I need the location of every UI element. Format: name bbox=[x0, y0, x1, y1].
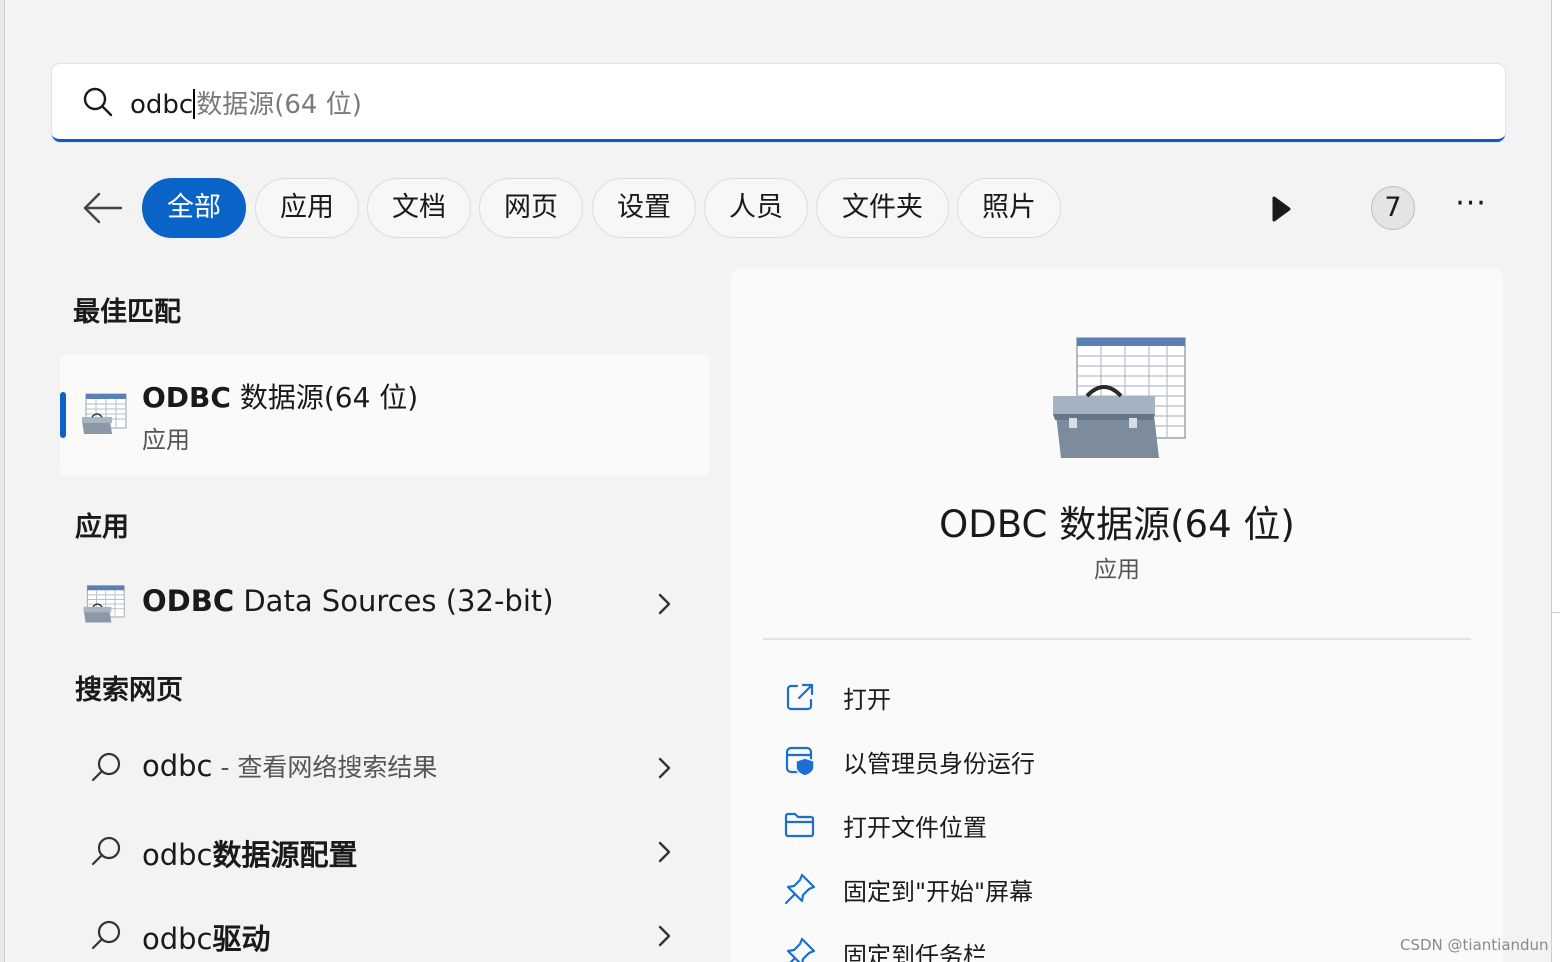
app-result-title-rest: Data Sources (32-bit) bbox=[234, 584, 554, 618]
action-label: 打开文件位置 bbox=[843, 814, 987, 842]
background-divider bbox=[1552, 612, 1560, 643]
web-result-item[interactable]: odbc驱动 bbox=[60, 902, 710, 962]
search-autocomplete-suggestion: 数据源(64 位) bbox=[196, 90, 362, 120]
web-result-label: odbc驱动 bbox=[142, 916, 271, 958]
folder-icon bbox=[784, 812, 815, 838]
tab-photos[interactable]: 照片 bbox=[957, 178, 1061, 238]
tab-folders[interactable]: 文件夹 bbox=[816, 178, 949, 238]
search-icon bbox=[91, 920, 121, 950]
action-pin-to-start[interactable]: 固定到"开始"屏幕 bbox=[783, 864, 1383, 916]
best-match-title-rest: 数据源(64 位) bbox=[230, 381, 419, 414]
open-external-icon bbox=[786, 683, 814, 711]
chevron-right-icon[interactable] bbox=[650, 922, 678, 950]
tab-documents[interactable]: 文档 bbox=[367, 178, 471, 238]
detail-title: ODBC 数据源(64 位) bbox=[939, 503, 1295, 546]
tab-settings[interactable]: 设置 bbox=[592, 178, 696, 238]
tab-apps[interactable]: 应用 bbox=[255, 178, 359, 238]
search-icon bbox=[83, 87, 113, 117]
web-result-query: odbc bbox=[142, 838, 213, 872]
rewards-badge[interactable]: 7 bbox=[1371, 186, 1415, 230]
search-input[interactable]: odbc 数据源(64 位) bbox=[130, 84, 362, 121]
selection-indicator bbox=[60, 392, 66, 438]
app-result-title-bold: ODBC bbox=[142, 584, 235, 618]
action-open[interactable]: 打开 bbox=[783, 672, 1383, 724]
action-label: 以管理员身份运行 bbox=[843, 750, 1035, 778]
action-run-as-admin[interactable]: 以管理员身份运行 bbox=[783, 736, 1383, 788]
tab-all[interactable]: 全部 bbox=[142, 178, 246, 238]
chevron-right-icon[interactable] bbox=[650, 838, 678, 866]
section-title-web: 搜索网页 bbox=[75, 675, 183, 706]
web-result-query: odbc bbox=[142, 749, 213, 783]
section-title-best-match: 最佳匹配 bbox=[73, 297, 181, 328]
tab-web[interactable]: 网页 bbox=[479, 178, 583, 238]
action-open-file-location[interactable]: 打开文件位置 bbox=[783, 800, 1383, 852]
tab-people[interactable]: 人员 bbox=[704, 178, 808, 238]
web-result-item[interactable]: odbc数据源配置 bbox=[60, 818, 710, 888]
back-arrow-icon[interactable] bbox=[79, 188, 125, 228]
search-panel: odbc 数据源(64 位) 全部 应用 文档 网页 设置 人员 文件夹 照片 7… bbox=[4, 0, 1552, 962]
chevron-right-icon[interactable] bbox=[650, 754, 678, 782]
web-result-label: odbc数据源配置 bbox=[142, 832, 358, 874]
best-match-title-bold: ODBC bbox=[142, 381, 231, 414]
odbc-app-large-icon bbox=[1053, 337, 1186, 458]
best-match-title: ODBC 数据源(64 位) bbox=[142, 376, 418, 416]
odbc-app-icon bbox=[82, 393, 127, 434]
watermark: CSDN @tiantiandun bbox=[1400, 936, 1549, 954]
more-options-button[interactable]: ··· bbox=[1451, 189, 1491, 220]
search-box[interactable]: odbc 数据源(64 位) bbox=[52, 64, 1505, 142]
web-result-hint: - 查看网络搜索结果 bbox=[212, 753, 438, 782]
action-label: 固定到"开始"屏幕 bbox=[843, 878, 1034, 906]
best-match-subtitle: 应用 bbox=[142, 426, 190, 454]
best-match-item[interactable]: ODBC 数据源(64 位) 应用 bbox=[60, 354, 710, 476]
pin-icon bbox=[784, 873, 816, 905]
chevron-right-icon[interactable] bbox=[650, 590, 678, 618]
app-result-title: ODBC Data Sources (32-bit) bbox=[142, 584, 554, 618]
section-title-apps: 应用 bbox=[75, 512, 129, 543]
action-label: 固定到任务栏 bbox=[843, 942, 987, 962]
admin-shield-icon bbox=[785, 746, 815, 777]
search-typed-text: odbc bbox=[130, 90, 194, 120]
app-result-item[interactable]: ODBC Data Sources (32-bit) bbox=[60, 570, 710, 640]
play-icon[interactable] bbox=[1267, 193, 1295, 225]
text-caret bbox=[193, 89, 196, 119]
web-result-query: odbc bbox=[142, 922, 213, 956]
detail-pane: ODBC 数据源(64 位) 应用 打开 以管理员身份运行 打开文件位置 固定到… bbox=[731, 268, 1503, 962]
action-pin-to-taskbar[interactable]: 固定到任务栏 bbox=[783, 928, 1383, 962]
search-icon bbox=[91, 752, 121, 782]
action-label: 打开 bbox=[843, 686, 891, 714]
pin-icon bbox=[786, 937, 816, 962]
background-edge-right bbox=[1552, 0, 1560, 962]
web-result-query-bold: 驱动 bbox=[212, 922, 271, 956]
web-result-item[interactable]: odbc - 查看网络搜索结果 bbox=[60, 734, 710, 804]
search-icon bbox=[91, 836, 121, 866]
odbc-32bit-app-icon bbox=[83, 585, 125, 623]
web-result-label: odbc - 查看网络搜索结果 bbox=[142, 748, 437, 784]
web-result-query-bold: 数据源配置 bbox=[212, 838, 358, 872]
detail-type: 应用 bbox=[1094, 557, 1140, 583]
detail-divider bbox=[763, 638, 1471, 640]
